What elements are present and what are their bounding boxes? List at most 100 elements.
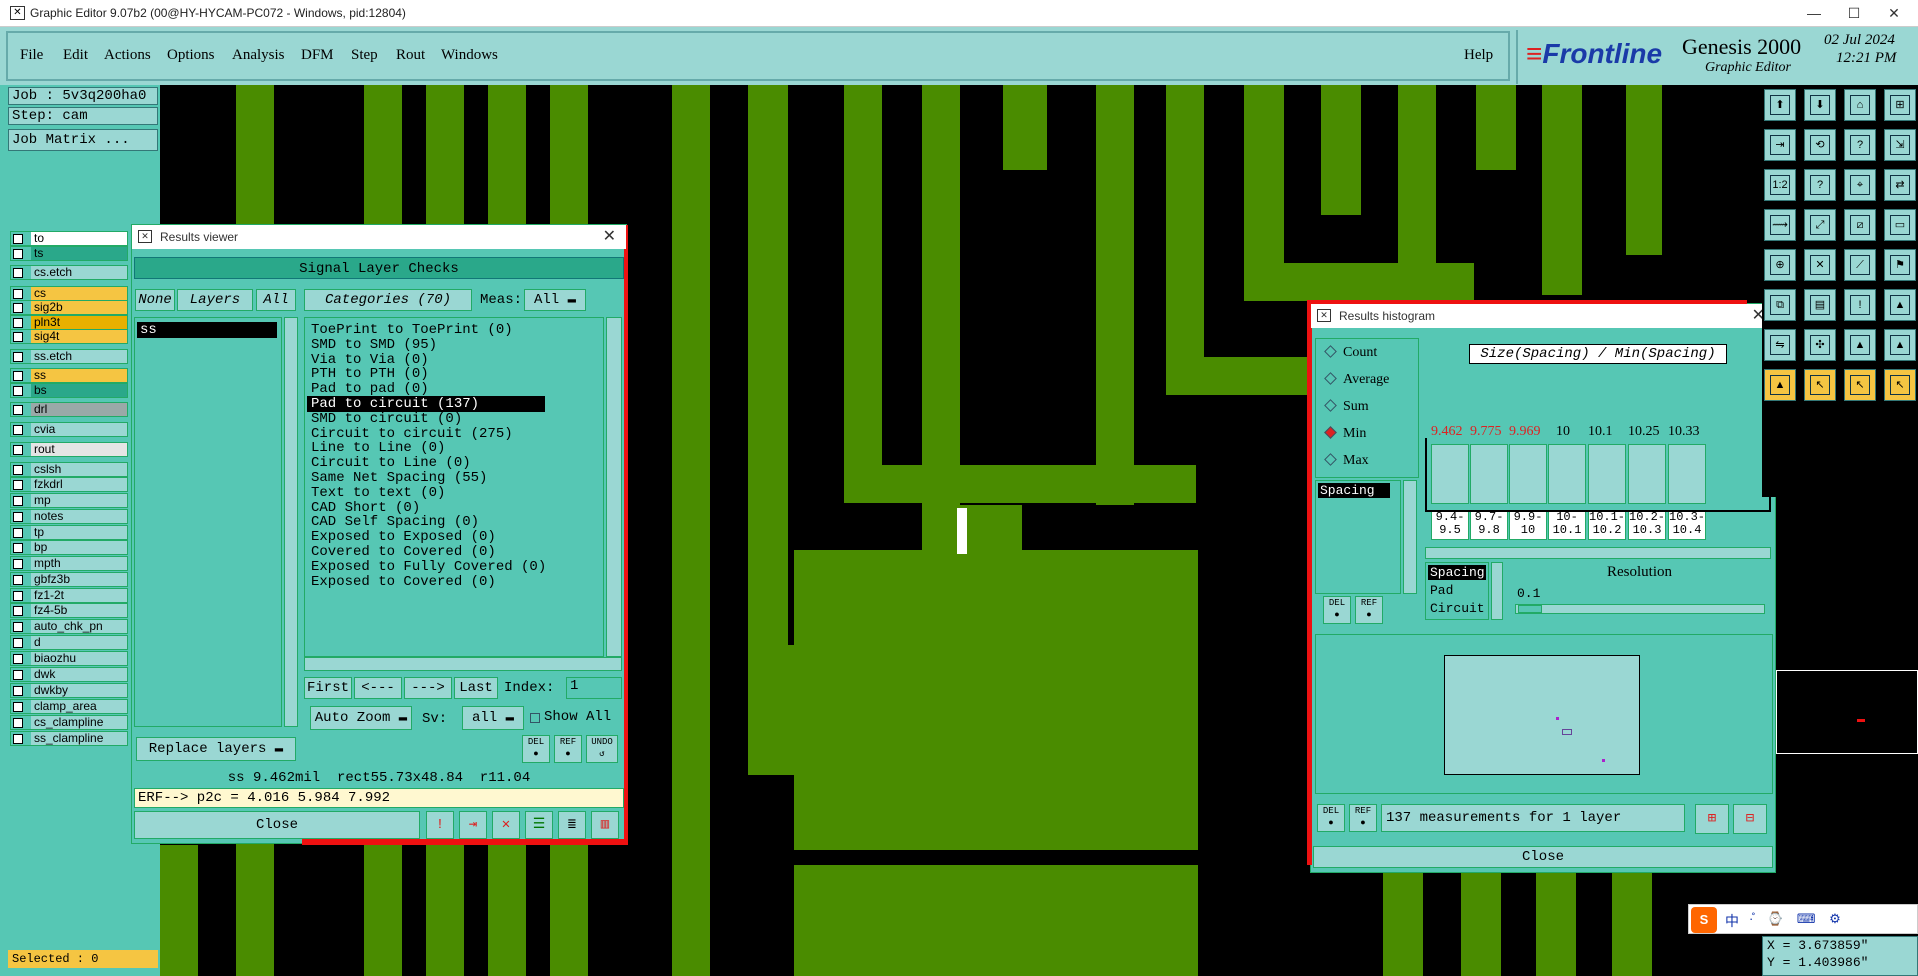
category-item[interactable]: Pad to circuit (137) xyxy=(307,396,545,412)
layers-button[interactable]: Layers xyxy=(177,289,253,311)
menu-step[interactable]: Step xyxy=(351,47,378,64)
layer-row-clamp-area[interactable]: clamp_area xyxy=(10,699,128,714)
layer-checkbox[interactable] xyxy=(13,465,23,475)
layer-checkbox[interactable] xyxy=(13,591,23,601)
group-item-circuit[interactable]: Circuit xyxy=(1428,601,1485,616)
tri-tool-button[interactable]: ▲ xyxy=(1844,329,1876,361)
measure-listbox[interactable]: Spacing xyxy=(1315,480,1401,594)
layer-checkbox[interactable] xyxy=(13,606,23,616)
arrow2-tool-button[interactable]: ↖ xyxy=(1844,369,1876,401)
layer-checkbox[interactable] xyxy=(13,718,23,728)
layer-checkbox[interactable] xyxy=(13,734,23,744)
step-tool-button[interactable]: ▤ xyxy=(1804,289,1836,321)
menu-help[interactable]: Help xyxy=(1464,47,1493,64)
clip-tool-button[interactable]: ⧉ xyxy=(1764,289,1796,321)
layer-checkbox[interactable] xyxy=(13,445,23,455)
layer-row-d[interactable]: d xyxy=(10,635,128,650)
layer-checkbox[interactable] xyxy=(13,386,23,396)
layer-checkbox[interactable] xyxy=(13,654,23,664)
layer-checkbox[interactable] xyxy=(13,638,23,648)
categories-button[interactable]: Categories (70) xyxy=(304,289,472,311)
notes-icon[interactable]: ≣ xyxy=(558,811,586,839)
arrow3-tool-button[interactable]: ↖ xyxy=(1884,369,1916,401)
layer-checkbox[interactable] xyxy=(13,234,23,244)
layer-row-cvia[interactable]: cvia xyxy=(10,422,128,437)
option-max[interactable]: Max xyxy=(1324,453,1369,469)
snap2-tool-button[interactable]: ✣ xyxy=(1804,329,1836,361)
warn-tool-button[interactable]: ! xyxy=(1844,289,1876,321)
last-button[interactable]: Last xyxy=(454,677,498,699)
arrow-tool-button[interactable]: ↖ xyxy=(1804,369,1836,401)
list-icon[interactable]: ☰ xyxy=(525,811,553,839)
resolution-slider[interactable] xyxy=(1515,604,1765,614)
split-tool-button[interactable]: ⊞ xyxy=(1884,89,1916,121)
query-tool-button[interactable]: ? xyxy=(1804,169,1836,201)
category-item[interactable]: Via to Via (0) xyxy=(311,352,429,368)
layer-row-mpth[interactable]: mpth xyxy=(10,556,128,571)
layer-checkbox[interactable] xyxy=(13,318,23,328)
snap-tool-button[interactable]: 1:2 xyxy=(1764,169,1796,201)
fit-tool-button[interactable]: ⇲ xyxy=(1884,129,1916,161)
group-item-spacing[interactable]: Spacing xyxy=(1428,565,1486,580)
layer-checkbox[interactable] xyxy=(13,496,23,506)
layer-checkbox[interactable] xyxy=(13,405,23,415)
layer-row-notes[interactable]: notes xyxy=(10,509,128,524)
hist-hscroll[interactable] xyxy=(1425,547,1771,559)
mirror-tool-button[interactable]: ⇋ xyxy=(1764,329,1796,361)
layer-row-cs[interactable]: cs xyxy=(10,286,128,301)
group-item-pad[interactable]: Pad xyxy=(1428,583,1453,598)
ime-tools-icon[interactable]: ·̊ ⌚ ⌨ ⚙ xyxy=(1749,911,1846,927)
category-item[interactable]: Same Net Spacing (55) xyxy=(311,470,487,486)
layer-checkbox[interactable] xyxy=(13,559,23,569)
layer-checkbox[interactable] xyxy=(13,702,23,712)
layer-listbox[interactable]: ss xyxy=(134,317,282,727)
layer-checkbox[interactable] xyxy=(13,289,23,299)
layer-row-ss-etch[interactable]: ss.etch xyxy=(10,349,128,364)
prev-button[interactable]: <--- xyxy=(354,677,402,699)
category-item[interactable]: Line to Line (0) xyxy=(311,440,445,456)
layer-checkbox[interactable] xyxy=(13,543,23,553)
category-item[interactable]: SMD to circuit (0) xyxy=(311,411,462,427)
layer-row-cs-etch[interactable]: cs.etch xyxy=(10,265,128,280)
group-listbox[interactable]: Spacing Pad Circuit xyxy=(1425,562,1489,620)
category-item[interactable]: Circuit to circuit (275) xyxy=(311,426,513,442)
category-item[interactable]: Exposed to Fully Covered (0) xyxy=(311,559,546,575)
group-scrollbar[interactable] xyxy=(1491,562,1503,620)
ref-button[interactable]: REF ● xyxy=(554,735,582,763)
layer-checkbox[interactable] xyxy=(13,425,23,435)
layer-row-auto-chk-pn[interactable]: auto_chk_pn xyxy=(10,619,128,634)
results-close-button[interactable]: Close xyxy=(134,811,420,839)
zoom-tool-button[interactable]: ⇥ xyxy=(1764,129,1796,161)
cross-tool-button[interactable]: ✕ xyxy=(1804,249,1836,281)
layer-row-mp[interactable]: mp xyxy=(10,493,128,508)
histogram-icon[interactable]: ▥ xyxy=(591,811,619,839)
layer-checkbox[interactable] xyxy=(13,249,23,259)
layer-row-bs[interactable]: bs xyxy=(10,383,128,398)
option-average[interactable]: Average xyxy=(1324,372,1389,388)
layer-row-ss-clampline[interactable]: ss_clampline xyxy=(10,731,128,746)
category-item[interactable]: Text to text (0) xyxy=(311,485,445,501)
maximize-button[interactable]: ☐ xyxy=(1834,3,1874,23)
info-icon[interactable]: ! xyxy=(426,811,454,839)
layer-checkbox[interactable] xyxy=(13,670,23,680)
layer-tool-button[interactable]: ▲ xyxy=(1884,289,1916,321)
layer-checkbox[interactable] xyxy=(13,622,23,632)
none-button[interactable]: None xyxy=(135,289,175,311)
layer-checkbox[interactable] xyxy=(13,303,23,313)
job-matrix-button[interactable]: Job Matrix ... xyxy=(8,129,158,151)
tri4-tool-button[interactable]: ▲ xyxy=(1764,369,1796,401)
close-icon[interactable]: ✕ xyxy=(603,225,616,249)
layer-row-bp[interactable]: bp xyxy=(10,540,128,555)
menu-actions[interactable]: Actions xyxy=(104,47,151,64)
sv-dropdown[interactable]: all ▬ xyxy=(462,706,524,730)
hist-del-top-button[interactable]: DEL ● xyxy=(1323,596,1351,624)
replace-layers-dropdown[interactable]: Replace layers ▬ xyxy=(136,737,296,761)
tri2-tool-button[interactable]: ▲ xyxy=(1884,329,1916,361)
layer-row-dwkby[interactable]: dwkby xyxy=(10,683,128,698)
pointer-tool-button[interactable]: ⬆ xyxy=(1764,89,1796,121)
draw-tool-button[interactable]: ⤢ xyxy=(1804,209,1836,241)
layer-row-dwk[interactable]: dwk xyxy=(10,667,128,682)
layer-scrollbar[interactable] xyxy=(284,317,298,727)
help-tool-button[interactable]: ? xyxy=(1844,129,1876,161)
option-sum[interactable]: Sum xyxy=(1324,399,1369,415)
